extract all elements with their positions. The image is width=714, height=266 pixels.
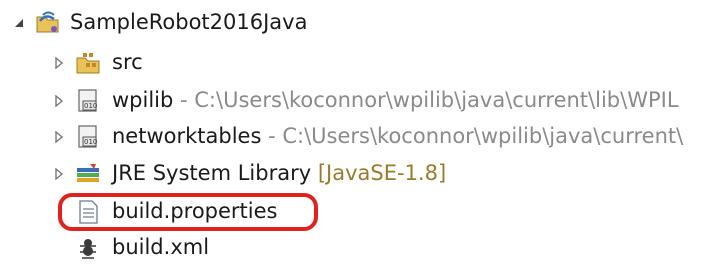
collapsed-arrow-icon[interactable]: [52, 94, 66, 108]
svg-text:010: 010: [84, 138, 97, 146]
item-name: wpilib: [112, 88, 174, 112]
svg-text:010: 010: [84, 102, 97, 110]
library-icon: [74, 160, 102, 188]
item-name: src: [112, 50, 143, 74]
tree-item-wpilib[interactable]: 010 wpilib - C:\Users\koconnor\wpilib\ja…: [0, 82, 714, 119]
tree-item-project[interactable]: SampleRobot2016Java: [0, 4, 714, 41]
collapsed-arrow-icon[interactable]: [52, 56, 66, 70]
source-folder-icon: [74, 49, 102, 77]
item-decoration: [JavaSE-1.8]: [311, 161, 447, 185]
tree-item-label[interactable]: build.xml: [112, 229, 209, 266]
jar-icon: 010: [74, 123, 102, 151]
expanded-arrow-icon[interactable]: [12, 16, 26, 30]
item-name: build.xml: [112, 235, 210, 259]
tree-item-jre-system-library[interactable]: JRE System Library [JavaSE-1.8]: [0, 155, 714, 192]
item-name: JRE System Library: [112, 161, 312, 185]
tree-item-label[interactable]: networktables - C:\Users\koconnor\wpilib…: [112, 118, 683, 155]
tree-item-networktables[interactable]: 010 networktables - C:\Users\koconnor\wp…: [0, 118, 714, 155]
tree-item-src[interactable]: src: [0, 44, 714, 81]
project-name[interactable]: SampleRobot2016Java: [70, 4, 307, 41]
highlight-annotation: [58, 193, 318, 231]
package-explorer-tree: SampleRobot2016Java src 010 wpilib - C:\…: [0, 0, 714, 259]
tree-item-label[interactable]: src: [112, 44, 143, 81]
tree-item-label[interactable]: JRE System Library [JavaSE-1.8]: [112, 155, 446, 192]
item-name: networktables: [112, 124, 262, 148]
tree-item-build-xml[interactable]: build.xml: [0, 229, 714, 266]
jar-icon: 010: [74, 87, 102, 115]
java-project-icon: [34, 9, 62, 37]
collapsed-arrow-icon[interactable]: [52, 130, 66, 144]
item-decoration: - C:\Users\koconnor\wpilib\java\current\: [261, 124, 684, 148]
tree-item-label[interactable]: wpilib - C:\Users\koconnor\wpilib\java\c…: [112, 82, 679, 119]
item-decoration: - C:\Users\koconnor\wpilib\java\current\…: [173, 88, 679, 112]
collapsed-arrow-icon[interactable]: [52, 167, 66, 181]
ant-file-icon: [74, 234, 102, 262]
